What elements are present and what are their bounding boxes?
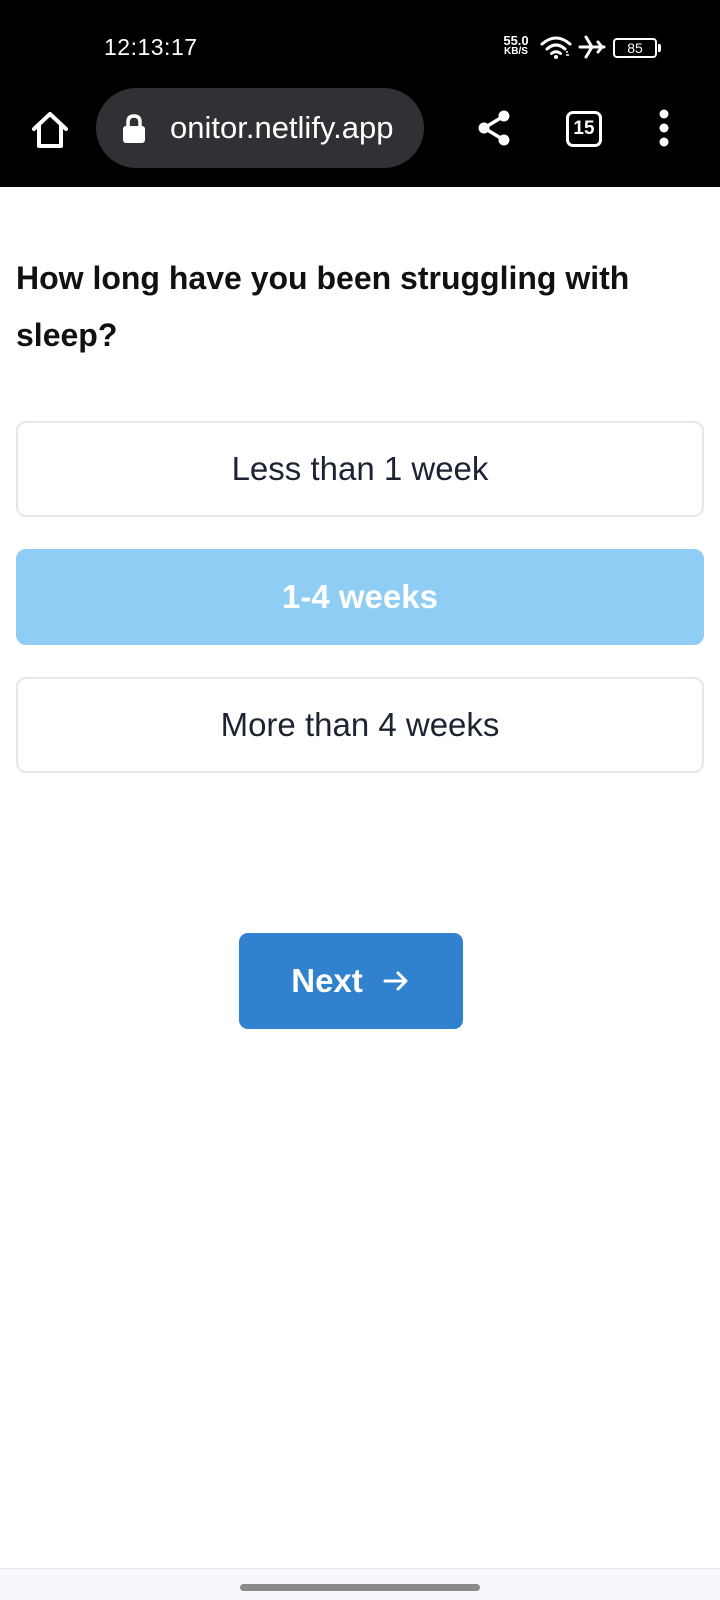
- url-text: onitor.netlify.app: [170, 110, 394, 145]
- home-icon[interactable]: [28, 108, 72, 152]
- option-less-than-1-week[interactable]: Less than 1 week: [16, 421, 704, 517]
- option-1-4-weeks[interactable]: 1-4 weeks: [16, 549, 704, 645]
- battery-indicator: 85: [613, 38, 661, 58]
- address-bar[interactable]: onitor.netlify.app: [96, 88, 424, 168]
- more-vert-icon[interactable]: [650, 106, 678, 150]
- status-bar: 12:13:17 55.0 KB/S 85: [0, 0, 720, 88]
- question-heading: How long have you been struggling with s…: [16, 260, 630, 353]
- option-more-than-4-weeks[interactable]: More than 4 weeks: [16, 677, 704, 773]
- wifi-icon: [540, 36, 572, 59]
- gesture-nav-area: [0, 1568, 720, 1600]
- home-indicator[interactable]: [240, 1584, 480, 1591]
- share-icon[interactable]: [474, 108, 514, 148]
- browser-toolbar: onitor.netlify.app 15: [0, 88, 720, 187]
- tab-switcher-button[interactable]: 15: [566, 111, 602, 147]
- next-button[interactable]: Next: [239, 933, 463, 1029]
- status-time: 12:13:17: [104, 34, 198, 60]
- next-button-label: Next: [291, 962, 363, 999]
- network-speed: 55.0 KB/S: [498, 33, 534, 57]
- airplane-icon: [578, 35, 606, 59]
- lock-icon: [123, 114, 145, 143]
- network-speed-value: 55.0: [503, 33, 529, 48]
- arrow-right-icon: [383, 971, 408, 991]
